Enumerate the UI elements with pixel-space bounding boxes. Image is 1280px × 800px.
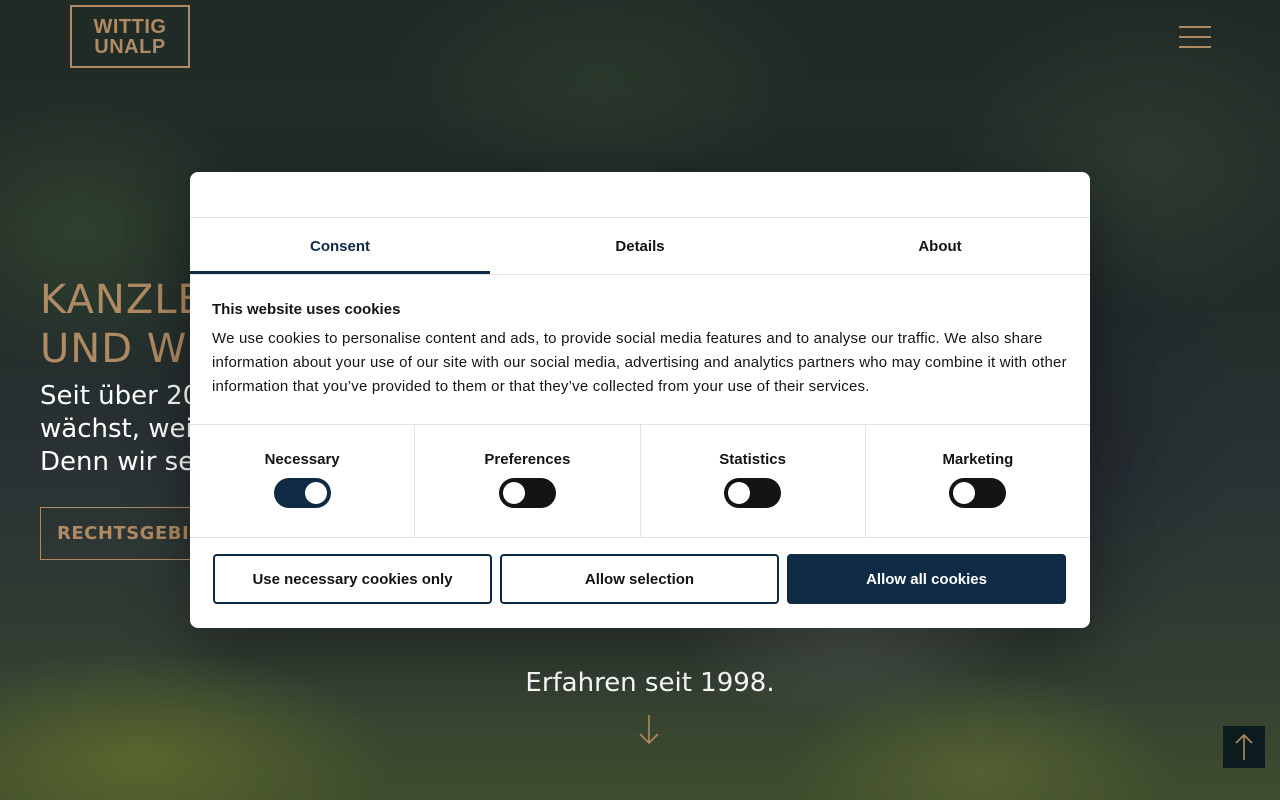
hero-title-line-2: UND WI — [40, 326, 201, 372]
category-necessary: Necessary — [190, 425, 416, 537]
consent-text: We use cookies to personalise content an… — [212, 330, 1067, 395]
category-label: Statistics — [719, 451, 786, 468]
consent-heading: This website uses cookies — [212, 301, 401, 318]
necessary-toggle[interactable] — [273, 478, 331, 508]
site-logo[interactable]: WITTIG UNALP — [70, 5, 190, 68]
hero-subtitle: Seit über 20 wächst, weil Denn wir se — [40, 380, 200, 479]
cookie-categories: Necessary Preferences Statistics Marketi… — [190, 424, 1090, 538]
hero-subtitle-line-3: Denn wir se — [40, 447, 195, 477]
category-label: Marketing — [942, 451, 1014, 468]
category-statistics: Statistics — [641, 425, 866, 537]
tab-consent[interactable]: Consent — [190, 218, 490, 274]
hero-subtitle-line-1: Seit über 20 — [40, 381, 200, 411]
cookie-consent-dialog: Consent Details About This website uses … — [190, 172, 1090, 628]
since-tagline: Erfahren seit 1998. — [525, 668, 775, 698]
allow-all-button[interactable]: Allow all cookies — [787, 554, 1066, 604]
dialog-tabs: Consent Details About — [190, 218, 1090, 275]
preferences-toggle[interactable] — [498, 478, 556, 508]
hero-title-line-1: KANZLE — [40, 277, 204, 323]
hero-subtitle-line-2: wächst, weil — [40, 414, 200, 444]
allow-selection-button[interactable]: Allow selection — [500, 554, 779, 604]
scroll-to-top-button[interactable] — [1223, 726, 1265, 768]
category-label: Necessary — [264, 451, 340, 468]
marketing-toggle[interactable] — [949, 478, 1007, 508]
logo-line-1: WITTIG — [93, 15, 167, 38]
dialog-header — [190, 172, 1090, 218]
arrow-down-icon[interactable] — [637, 714, 661, 746]
dialog-actions: Use necessary cookies only Allow selecti… — [190, 538, 1090, 604]
statistics-toggle[interactable] — [724, 478, 782, 508]
logo-line-2: UNALP — [94, 35, 166, 58]
tab-details[interactable]: Details — [490, 218, 790, 274]
arrow-up-icon — [1235, 733, 1253, 760]
category-preferences: Preferences — [415, 425, 641, 537]
category-marketing: Marketing — [866, 425, 1090, 537]
hero-title: KANZLE UND WI — [40, 276, 204, 374]
category-label: Preferences — [484, 451, 571, 468]
necessary-only-button[interactable]: Use necessary cookies only — [213, 554, 492, 604]
tab-about[interactable]: About — [790, 218, 1090, 274]
consent-body: This website uses cookies We use cookies… — [190, 275, 1090, 424]
hamburger-menu-icon[interactable] — [1179, 26, 1211, 48]
